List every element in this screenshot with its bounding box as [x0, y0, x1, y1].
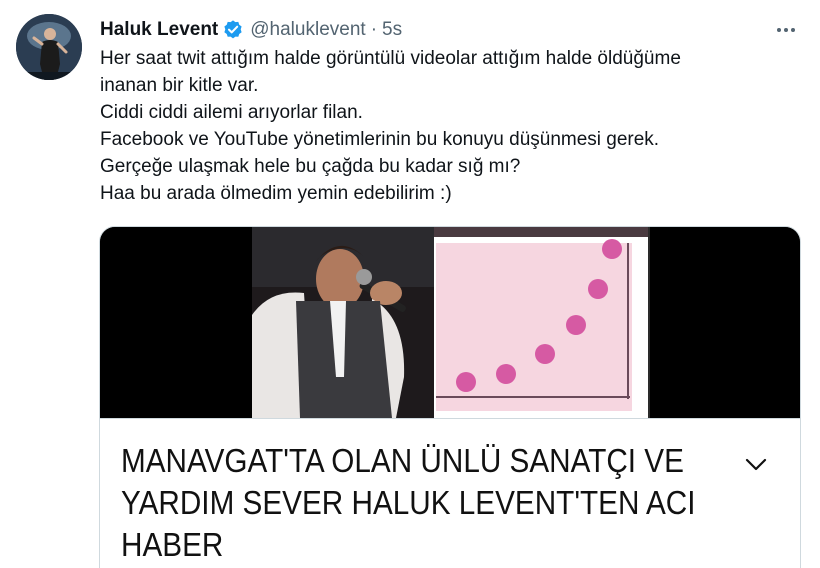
card-thumbnail-image	[100, 227, 800, 418]
tweet-header: Haluk Levent @haluklevent · 5s	[100, 18, 402, 42]
tweet-text-line: Her saat twit attığım halde görüntülü vi…	[100, 48, 681, 69]
tweet-text-line: Ciddi ciddi ailemi arıyorlar filan.	[100, 102, 363, 123]
author-display-name[interactable]: Haluk Levent	[100, 19, 218, 41]
tweet[interactable]: Haluk Levent @haluklevent · 5s Her saat …	[0, 0, 820, 568]
card-divider	[100, 418, 800, 419]
tweet-text-line: Gerçeğe ulaşmak hele bu çağda bu kadar s…	[100, 156, 521, 177]
card-thumbnail[interactable]	[100, 227, 800, 418]
avatar[interactable]	[16, 14, 82, 80]
verified-badge-icon	[222, 19, 244, 41]
author-handle[interactable]: @haluklevent	[250, 19, 365, 41]
tweet-timestamp[interactable]: 5s	[382, 19, 402, 41]
link-card[interactable]: MANAVGAT'TA OLAN ÜNLÜ SANATÇI VE YARDIM …	[99, 226, 801, 568]
avatar-image	[16, 14, 82, 80]
card-headline-line: HABER	[121, 526, 224, 563]
chevron-down-icon[interactable]	[744, 452, 768, 476]
more-options-icon[interactable]	[772, 16, 800, 44]
card-headline-line: MANAVGAT'TA OLAN ÜNLÜ SANATÇI VE	[121, 442, 684, 479]
tweet-text-line: Facebook ve YouTube yönetimlerinin bu ko…	[100, 129, 660, 150]
tweet-text-line: inanan bir kitle var.	[100, 75, 259, 96]
header-separator: ·	[370, 19, 378, 40]
tweet-text: Her saat twit attığım halde görüntülü vi…	[100, 45, 780, 207]
tweet-text-line: Haa bu arada ölmedim yemin edebilirim :)	[100, 183, 452, 204]
card-headline-line: YARDIM SEVER HALUK LEVENT'TEN ACI	[121, 484, 696, 521]
card-headline[interactable]: MANAVGAT'TA OLAN ÜNLÜ SANATÇI VE YARDIM …	[121, 440, 696, 566]
